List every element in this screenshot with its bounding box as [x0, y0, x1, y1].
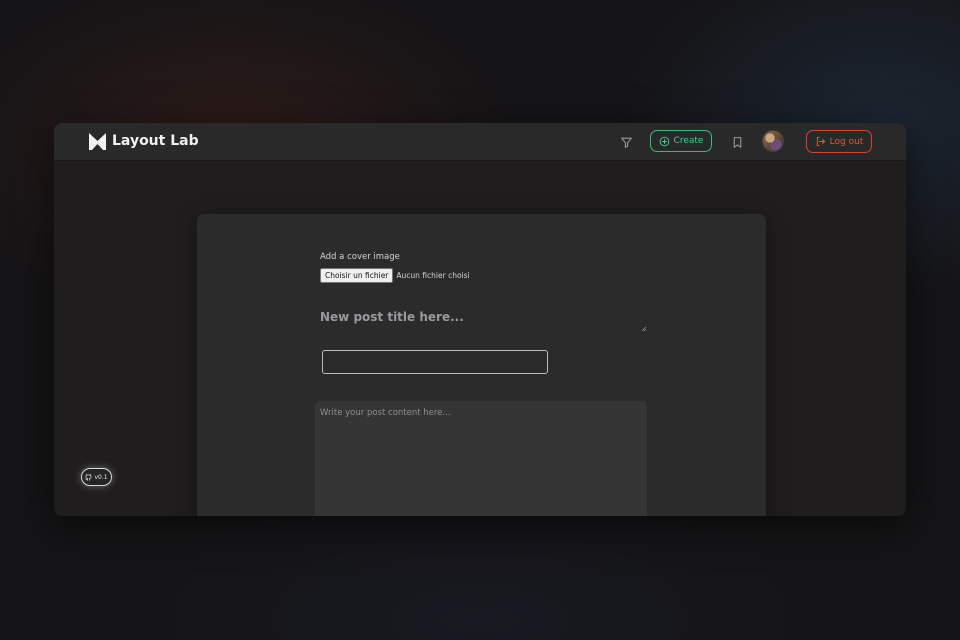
- app-window: Layout Lab Create Log out Add a cover im…: [54, 123, 906, 516]
- tags-input[interactable]: [322, 350, 548, 374]
- cover-file-input: Choisir un fichier Aucun fichier choisi: [320, 268, 470, 283]
- logout-label: Log out: [829, 136, 864, 147]
- resize-handle-icon[interactable]: [641, 326, 646, 331]
- bookmark-button[interactable]: [728, 133, 746, 151]
- create-button[interactable]: Create: [650, 130, 712, 152]
- post-title-input[interactable]: New post title here...: [320, 310, 644, 332]
- version-label: v0.1: [94, 473, 108, 481]
- content-placeholder: Write your post content here...: [320, 408, 451, 418]
- bookmark-icon: [733, 136, 741, 148]
- github-icon: [85, 473, 92, 481]
- logout-button[interactable]: Log out: [806, 130, 872, 153]
- cover-image-label: Add a cover image: [320, 252, 400, 262]
- layout-lab-logo-icon: [89, 133, 106, 150]
- user-avatar[interactable]: [762, 130, 784, 152]
- create-label: Create: [673, 136, 704, 146]
- version-badge[interactable]: v0.1: [81, 468, 112, 486]
- file-status-text: Aucun fichier choisi: [396, 271, 470, 280]
- choose-file-button[interactable]: Choisir un fichier: [320, 268, 394, 283]
- plus-circle-icon: [659, 136, 669, 146]
- filter-button[interactable]: [617, 133, 635, 151]
- brand-name: Layout Lab: [112, 133, 199, 149]
- post-content-textarea[interactable]: Write your post content here...: [315, 401, 647, 516]
- filter-icon: [620, 137, 632, 148]
- post-editor-card: Add a cover image Choisir un fichier Auc…: [197, 214, 766, 516]
- brand[interactable]: Layout Lab: [89, 133, 199, 150]
- logout-icon: [816, 136, 825, 147]
- navbar: Layout Lab Create Log out: [54, 123, 906, 161]
